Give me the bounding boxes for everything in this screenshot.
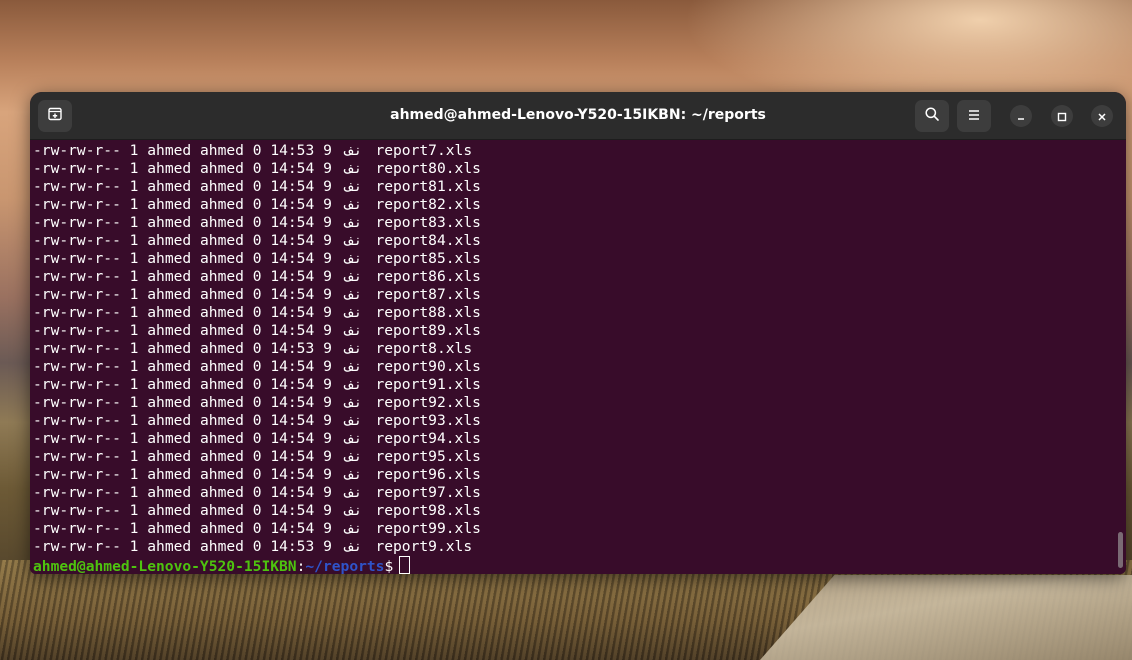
listing-line: -rw-rw-r-- 1 ahmed ahmed 0 14:54 9 نف re… (33, 214, 481, 231)
listing-line: -rw-rw-r-- 1 ahmed ahmed 0 14:54 9 نف re… (33, 394, 481, 411)
listing-line: -rw-rw-r-- 1 ahmed ahmed 0 14:54 9 نف re… (33, 196, 481, 213)
listing-line: -rw-rw-r-- 1 ahmed ahmed 0 14:54 9 نف re… (33, 358, 481, 375)
listing-line: -rw-rw-r-- 1 ahmed ahmed 0 14:54 9 نف re… (33, 250, 481, 267)
listing-line: -rw-rw-r-- 1 ahmed ahmed 0 14:54 9 نف re… (33, 178, 481, 195)
prompt-user-host: ahmed@ahmed-Lenovo-Y520-15IKBN (33, 558, 297, 574)
scrollbar[interactable] (1118, 532, 1123, 568)
listing-line: -rw-rw-r-- 1 ahmed ahmed 0 14:54 9 نف re… (33, 160, 481, 177)
listing-line: -rw-rw-r-- 1 ahmed ahmed 0 14:54 9 نف re… (33, 286, 481, 303)
listing-line: -rw-rw-r-- 1 ahmed ahmed 0 14:53 9 نف re… (33, 142, 473, 159)
terminal-window: ahmed@ahmed-Lenovo-Y520-15IKBN: ~/report… (30, 92, 1126, 574)
close-icon (1097, 107, 1107, 126)
terminal-output-area[interactable]: -rw-rw-r-- 1 ahmed ahmed 0 14:53 9 نف re… (30, 140, 1126, 574)
listing-line: -rw-rw-r-- 1 ahmed ahmed 0 14:54 9 نف re… (33, 304, 481, 321)
search-button[interactable] (915, 100, 949, 132)
listing-line: -rw-rw-r-- 1 ahmed ahmed 0 14:54 9 نف re… (33, 466, 481, 483)
listing-line: -rw-rw-r-- 1 ahmed ahmed 0 14:54 9 نف re… (33, 232, 481, 249)
close-button[interactable] (1091, 105, 1113, 127)
listing-line: -rw-rw-r-- 1 ahmed ahmed 0 14:53 9 نف re… (33, 538, 473, 555)
prompt-path: ~/reports (305, 558, 385, 574)
search-icon (924, 106, 940, 126)
listing-line: -rw-rw-r-- 1 ahmed ahmed 0 14:54 9 نف re… (33, 430, 481, 447)
listing-line: -rw-rw-r-- 1 ahmed ahmed 0 14:54 9 نف re… (33, 484, 481, 501)
ls-listing: -rw-rw-r-- 1 ahmed ahmed 0 14:53 9 نف re… (33, 142, 481, 574)
menu-button[interactable] (957, 100, 991, 132)
listing-line: -rw-rw-r-- 1 ahmed ahmed 0 14:54 9 نف re… (33, 448, 481, 465)
hamburger-menu-icon (967, 107, 981, 126)
listing-line: -rw-rw-r-- 1 ahmed ahmed 0 14:54 9 نف re… (33, 322, 481, 339)
listing-line: -rw-rw-r-- 1 ahmed ahmed 0 14:54 9 نف re… (33, 502, 481, 519)
minimize-icon (1016, 107, 1026, 126)
prompt-line: ahmed@ahmed-Lenovo-Y520-15IKBN:~/reports… (33, 556, 481, 574)
listing-line: -rw-rw-r-- 1 ahmed ahmed 0 14:54 9 نف re… (33, 268, 481, 285)
title-bar[interactable]: ahmed@ahmed-Lenovo-Y520-15IKBN: ~/report… (30, 92, 1126, 140)
prompt-symbol: $ (384, 558, 394, 574)
text-cursor[interactable] (399, 556, 411, 574)
maximize-button[interactable] (1051, 105, 1073, 127)
listing-line: -rw-rw-r-- 1 ahmed ahmed 0 14:54 9 نف re… (33, 376, 481, 393)
listing-line: -rw-rw-r-- 1 ahmed ahmed 0 14:53 9 نف re… (33, 340, 473, 357)
minimize-button[interactable] (1010, 105, 1032, 127)
listing-line: -rw-rw-r-- 1 ahmed ahmed 0 14:54 9 نف re… (33, 520, 481, 537)
maximize-icon (1057, 107, 1067, 126)
listing-line: -rw-rw-r-- 1 ahmed ahmed 0 14:54 9 نف re… (33, 412, 481, 429)
